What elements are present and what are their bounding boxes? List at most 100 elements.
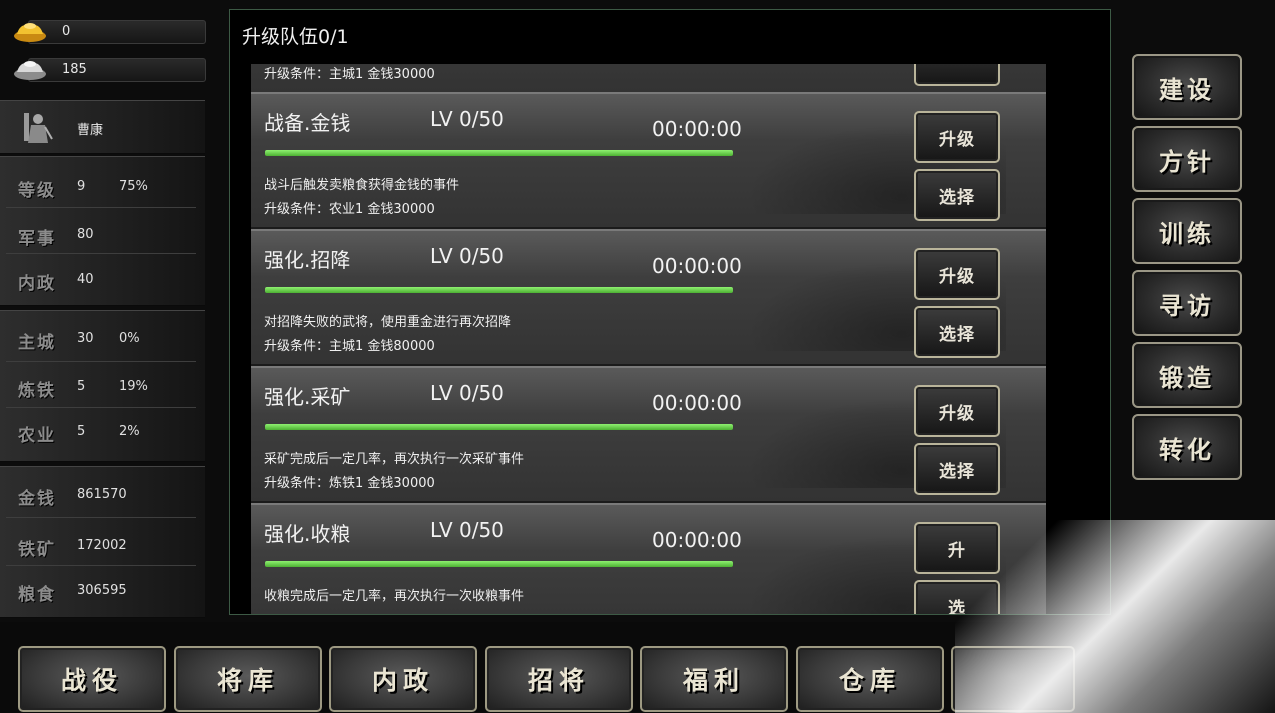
upgrade-card: 战备.金钱 LV 0/50 00:00:00 战斗后触发卖粮食获得金钱的事件 升… [251,92,1046,229]
menu-build-button[interactable]: 建设 [1132,54,1242,120]
card-level: LV 0/50 [430,518,504,542]
select-button-partial[interactable] [914,64,1000,86]
gold-value: 0 [62,24,71,39]
stat-row-level: 等级 9 75% [0,169,205,203]
building-percent: 19% [119,379,148,394]
resource-label: 粮食 [18,585,56,605]
building-label: 农业 [18,426,56,446]
upgrade-button[interactable]: 升级 [914,248,1000,300]
upgrade-queue-title: 升级队伍0/1 [242,26,349,48]
nav-recruit-button[interactable]: 招将 [485,646,633,712]
status-panel: 0 185 曹康 等级 9 75% 军事 80 内政 40 主城 30 0% 炼… [0,0,206,620]
progress-fill [265,424,733,430]
progress-fill [265,150,733,156]
building-level: 5 [77,379,86,394]
general-portrait-icon [24,113,53,143]
resource-row-grain: 粮食 306595 [0,573,205,607]
building-row-main-city: 主城 30 0% [0,321,205,355]
progress-fill [265,561,733,567]
menu-policy-button[interactable]: 方针 [1132,126,1242,192]
card-progress-bar [265,150,733,156]
silver-ingot-icon [14,61,46,80]
divider [6,565,196,566]
stat-label: 军事 [18,229,56,249]
card-level: LV 0/50 [430,107,504,131]
select-button[interactable]: 选 [914,580,1000,614]
divider [6,253,196,254]
building-percent: 2% [119,424,140,439]
card-level: LV 0/50 [430,244,504,268]
card-description: 对招降失败的武将，使用重金进行再次招降 [264,315,512,330]
divider [6,207,196,208]
select-button[interactable]: 选择 [914,443,1000,495]
gold-row: 0 [0,15,206,45]
building-label: 炼铁 [18,381,56,401]
card-condition: 升级条件：主城1 金钱30000 [264,67,435,82]
upgrade-card: 强化.招降 LV 0/50 00:00:00 对招降失败的武将，使用重金进行再次… [251,229,1046,366]
upgrade-window: 升级队伍0/1 升级条件：主城1 金钱30000 战备.金钱 LV 0/50 0… [229,9,1111,615]
card-condition: 升级条件：农业1 金钱30000 [264,202,435,217]
nav-more-button[interactable] [951,646,1075,712]
resource-value: 172002 [77,538,127,553]
stat-value: 9 [77,179,86,194]
divider [6,361,196,362]
card-description: 战斗后触发卖粮食获得金钱的事件 [264,178,460,193]
card-condition: 升级条件：主城1 金钱80000 [264,339,435,354]
menu-train-button[interactable]: 训练 [1132,198,1242,264]
gold-ingot-icon [14,23,46,42]
divider [6,517,196,518]
upgrade-card: 强化.采矿 LV 0/50 00:00:00 采矿完成后一定几率，再次执行一次采… [251,366,1046,503]
card-condition: 升级条件：炼铁1 金钱30000 [264,476,435,491]
resource-row-iron: 铁矿 172002 [0,528,205,562]
stat-label: 等级 [18,181,56,201]
card-name: 强化.收粮 [264,522,351,546]
card-timer: 00:00:00 [652,254,742,278]
buildings-block: 主城 30 0% 炼铁 5 19% 农业 5 2% [0,310,205,462]
silver-row: 185 [0,53,206,83]
select-button[interactable]: 选择 [914,169,1000,221]
stats-block: 等级 9 75% 军事 80 内政 40 [0,156,205,306]
building-row-farm: 农业 5 2% [0,414,205,448]
menu-forge-button[interactable]: 锻造 [1132,342,1242,408]
menu-search-button[interactable]: 寻访 [1132,270,1242,336]
building-label: 主城 [18,333,56,353]
card-progress-bar [265,287,733,293]
upgrade-card: 强化.收粮 LV 0/50 00:00:00 收粮完成后一定几率，再次执行一次收… [251,503,1046,614]
menu-convert-button[interactable]: 转化 [1132,414,1242,480]
nav-warehouse-button[interactable]: 仓库 [796,646,944,712]
stat-value: 40 [77,272,94,287]
resources-block: 金钱 861570 铁矿 172002 粮食 306595 [0,466,205,618]
player-card[interactable]: 曹康 [0,100,205,154]
resource-label: 金钱 [18,489,56,509]
player-name: 曹康 [77,123,104,138]
upgrade-button[interactable]: 升级 [914,111,1000,163]
stat-percent: 75% [119,179,148,194]
card-timer: 00:00:00 [652,528,742,552]
resource-row-money: 金钱 861570 [0,477,205,511]
gold-bar [28,20,206,44]
select-button[interactable]: 选择 [914,306,1000,358]
card-progress-bar [265,424,733,430]
resource-value: 861570 [77,487,127,502]
nav-welfare-button[interactable]: 福利 [640,646,788,712]
upgrade-card-partial: 升级条件：主城1 金钱30000 [251,64,1046,94]
card-name: 强化.招降 [264,248,351,272]
stat-value: 80 [77,227,94,242]
upgrade-button[interactable]: 升 [914,522,1000,574]
silver-bar [28,58,206,82]
building-row-iron: 炼铁 5 19% [0,369,205,403]
card-name: 强化.采矿 [264,385,351,409]
card-timer: 00:00:00 [652,391,742,415]
divider [6,407,196,408]
stat-label: 内政 [18,274,56,294]
upgrade-button[interactable]: 升级 [914,385,1000,437]
nav-domestic-button[interactable]: 内政 [329,646,477,712]
upgrade-list[interactable]: 升级条件：主城1 金钱30000 战备.金钱 LV 0/50 00:00:00 … [251,64,1046,614]
card-description: 收粮完成后一定几率，再次执行一次收粮事件 [264,589,525,604]
building-percent: 0% [119,331,140,346]
resource-value: 306595 [77,583,127,598]
card-name: 战备.金钱 [264,111,351,135]
progress-fill [265,287,733,293]
nav-campaign-button[interactable]: 战役 [18,646,166,712]
nav-generals-button[interactable]: 将库 [174,646,322,712]
